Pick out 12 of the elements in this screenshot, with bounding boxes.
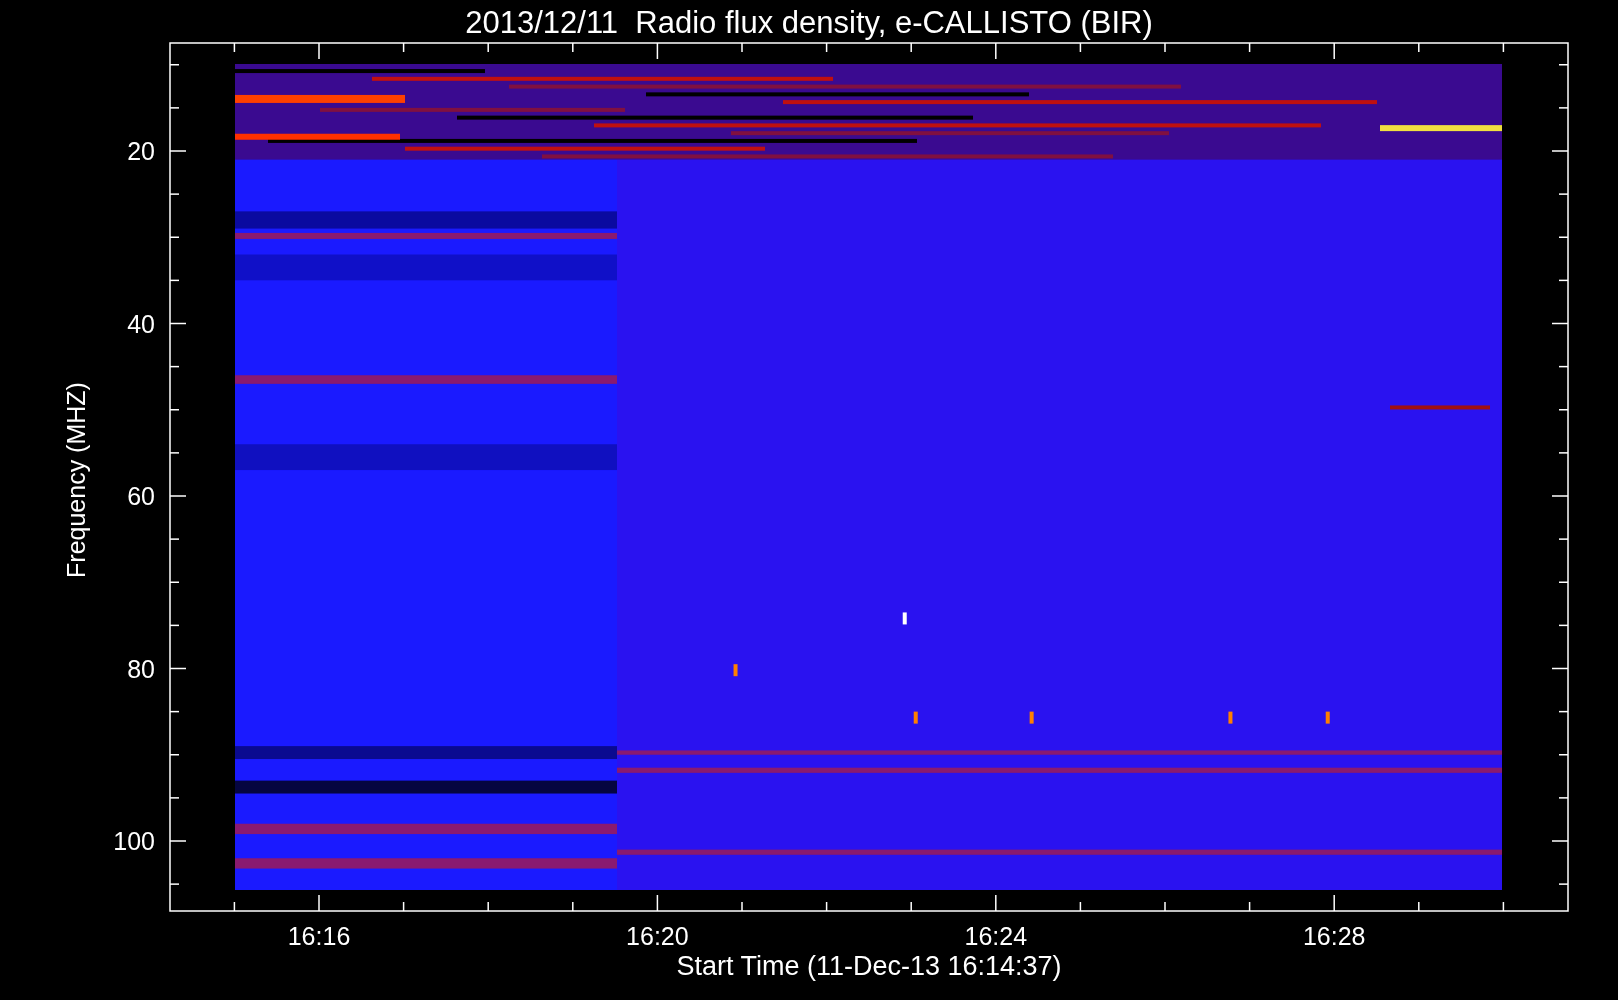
x-tick-label: 16:20 [626,922,689,950]
y-tick-label: 20 [127,137,155,165]
y-tick-label: 60 [127,482,155,510]
y-tick-label: 80 [127,654,155,683]
chart-title: 2013/12/11 Radio flux density, e-CALLISTO (BIR) [465,4,1153,42]
x-tick-label: 16:24 [964,922,1028,950]
x-tick-label: 16:28 [1302,922,1366,950]
y-axis-label: Frequency (MHZ) [62,382,90,578]
y-tick-label: 100 [113,827,155,855]
y-tick-label: 40 [127,309,155,338]
x-axis-label: Start Time (11-Dec-13 16:14:37) [676,951,1062,981]
x-tick-label: 16:16 [287,922,351,950]
